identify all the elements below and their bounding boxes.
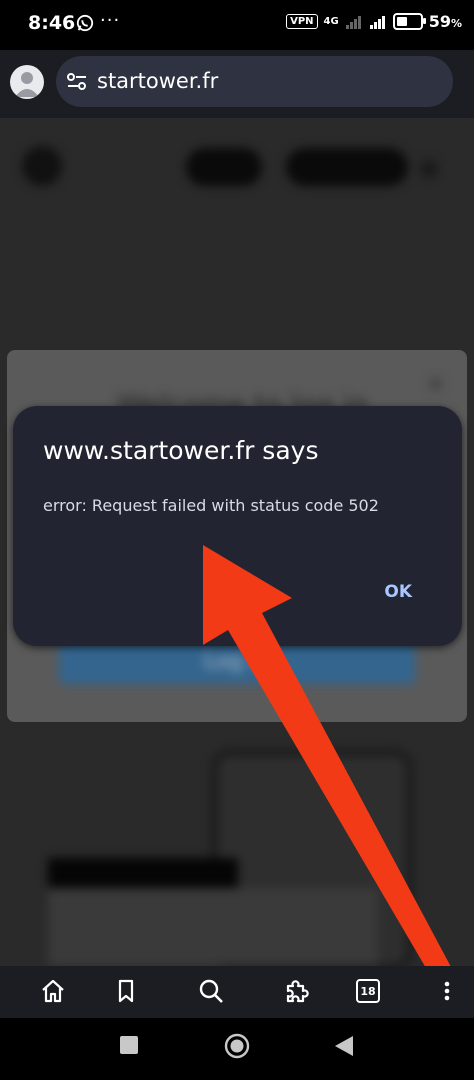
search-icon[interactable] — [196, 976, 226, 1006]
site-settings-icon[interactable] — [66, 71, 88, 93]
profile-avatar[interactable] — [10, 65, 44, 99]
promo-card — [48, 888, 378, 966]
dialog-title: www.startower.fr says — [43, 436, 319, 465]
home-icon[interactable] — [38, 976, 68, 1006]
browser-bottom-bar: 18 — [0, 966, 474, 1018]
header-icon — [420, 160, 438, 178]
battery-icon — [392, 13, 426, 30]
extensions-icon[interactable] — [281, 976, 311, 1006]
url-text[interactable]: startower.fr — [97, 69, 218, 93]
header-button-2 — [286, 148, 408, 186]
promo-bar — [48, 858, 238, 888]
battery-percent: 59% — [428, 12, 462, 31]
vpn-badge: VPN — [286, 14, 318, 29]
back-icon[interactable] — [333, 1034, 355, 1058]
system-nav-bar — [0, 1018, 474, 1080]
whatsapp-icon — [76, 14, 94, 32]
tabs-icon[interactable]: 18 — [353, 976, 383, 1006]
more-notifications-icon: ··· — [100, 10, 121, 31]
status-bar: 8:46 ··· VPN 4G 59% — [0, 0, 474, 50]
browser-toolbar: startower.fr — [0, 50, 474, 118]
close-icon: × — [426, 372, 445, 397]
login-button: Log in — [59, 640, 415, 684]
more-icon[interactable] — [430, 976, 460, 1006]
signal-icon-1 — [345, 15, 361, 29]
header-button-1 — [186, 148, 262, 186]
recents-icon[interactable] — [118, 1034, 140, 1056]
address-bar[interactable]: startower.fr — [56, 56, 453, 107]
network-type: 4G — [323, 15, 339, 27]
bookmark-icon[interactable] — [111, 976, 141, 1006]
status-time: 8:46 — [28, 12, 76, 34]
home-nav-icon[interactable] — [224, 1033, 250, 1059]
tab-count: 18 — [356, 979, 380, 1003]
dialog-message: error: Request failed with status code 5… — [43, 496, 379, 515]
signal-icon-2 — [369, 15, 385, 29]
site-logo — [22, 146, 62, 186]
user-icon — [15, 72, 39, 97]
ok-button[interactable]: OK — [384, 582, 412, 602]
alert-dialog: www.startower.fr says error: Request fai… — [13, 406, 462, 646]
